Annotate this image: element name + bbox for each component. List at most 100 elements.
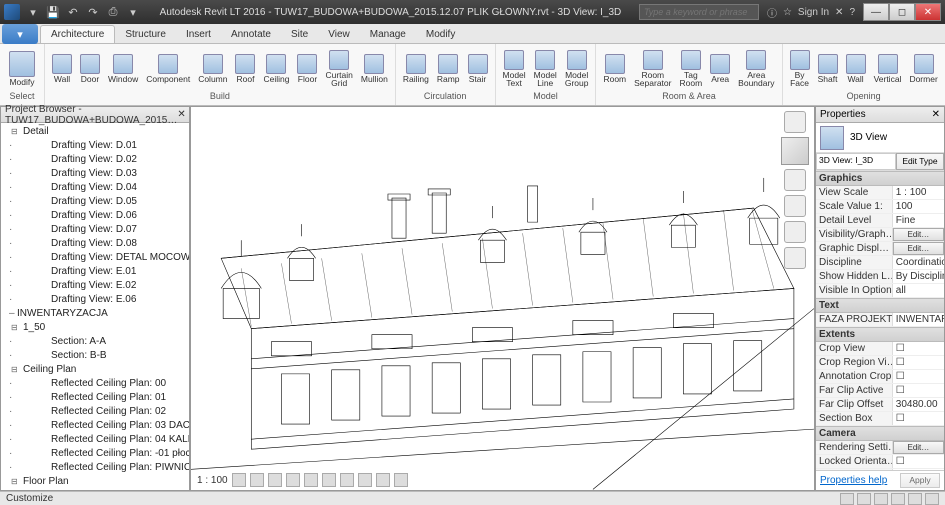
signin-button[interactable]: Sign In: [798, 7, 829, 18]
crop-region-icon[interactable]: [340, 473, 354, 487]
tab-annotate[interactable]: Annotate: [221, 26, 281, 43]
tree-node[interactable]: Drafting View: DETAL MOCOWANIA B: [3, 251, 187, 265]
prop-value[interactable]: By Discipline: [893, 270, 944, 283]
properties-help-link[interactable]: Properties help: [820, 475, 887, 486]
tree-node[interactable]: Drafting View: D.07: [3, 223, 187, 237]
properties-header[interactable]: Properties✕: [816, 107, 944, 123]
app-logo[interactable]: [4, 4, 20, 20]
tree-node[interactable]: Reflected Ceiling Plan: 02: [3, 405, 187, 419]
filter-icon[interactable]: [908, 493, 922, 505]
tab-modify[interactable]: Modify: [416, 26, 465, 43]
tab-manage[interactable]: Manage: [360, 26, 416, 43]
tree-node[interactable]: Reflected Ceiling Plan: -01 płock: [3, 447, 187, 461]
print-icon[interactable]: ⎙: [104, 3, 122, 21]
sun-path-icon[interactable]: [268, 473, 282, 487]
pan-icon[interactable]: [784, 195, 806, 217]
ribbon-wall[interactable]: Wall: [843, 53, 869, 85]
ribbon-tag-room[interactable]: TagRoom: [676, 49, 705, 89]
open-icon[interactable]: ▾: [24, 3, 42, 21]
undo-icon[interactable]: ↶: [64, 3, 82, 21]
prop-row[interactable]: Visible In Optionall: [816, 284, 944, 298]
ribbon-ramp[interactable]: Ramp: [434, 53, 463, 85]
prop-row[interactable]: Crop View: [816, 342, 944, 356]
tree-node[interactable]: Detail: [3, 125, 187, 139]
prop-row[interactable]: Visibility/Graph…Edit…: [816, 228, 944, 242]
prop-value[interactable]: 100: [893, 200, 944, 213]
close-button[interactable]: ✕: [915, 3, 941, 21]
tree-node[interactable]: Reflected Ceiling Plan: 01: [3, 391, 187, 405]
tree-node[interactable]: Drafting View: D.08: [3, 237, 187, 251]
ribbon-stair[interactable]: Stair: [465, 53, 491, 85]
ribbon-railing[interactable]: Railing: [400, 53, 432, 85]
prop-value[interactable]: [893, 455, 944, 468]
star-icon[interactable]: ☆: [783, 7, 792, 18]
prop-value[interactable]: 1 : 100: [893, 186, 944, 199]
prop-value[interactable]: Edit…: [893, 228, 944, 241]
prop-value[interactable]: INWENTARY…: [893, 313, 944, 326]
ribbon-model-line[interactable]: ModelLine: [531, 49, 560, 89]
rendering-icon[interactable]: [304, 473, 318, 487]
ribbon-modify[interactable]: Modify: [4, 50, 40, 88]
tree-node[interactable]: Drafting View: E.02: [3, 279, 187, 293]
tree-node[interactable]: Drafting View: E.01: [3, 265, 187, 279]
ribbon-area[interactable]: Area: [707, 53, 733, 85]
steering-wheel-icon[interactable]: [784, 169, 806, 191]
crop-icon[interactable]: [322, 473, 336, 487]
prop-value[interactable]: Coordination: [893, 256, 944, 269]
prop-value[interactable]: [893, 356, 944, 369]
properties-body[interactable]: GraphicsView Scale1 : 100Scale Value 1:1…: [816, 171, 944, 470]
tree-node[interactable]: Section: B-B: [3, 349, 187, 363]
ribbon-roof[interactable]: Roof: [232, 53, 258, 85]
3d-viewport[interactable]: 1 : 100: [190, 106, 815, 491]
ribbon-mullion[interactable]: Mullion: [358, 53, 391, 85]
ribbon-room[interactable]: Room: [600, 53, 629, 85]
prop-row[interactable]: Section Box: [816, 412, 944, 426]
tree-node[interactable]: Drafting View: D.04: [3, 181, 187, 195]
prop-value[interactable]: [893, 412, 944, 425]
zoom-icon[interactable]: [784, 221, 806, 243]
tree-node[interactable]: Reflected Ceiling Plan: 00: [3, 377, 187, 391]
tab-view[interactable]: View: [318, 26, 360, 43]
ribbon-dormer[interactable]: Dormer: [906, 53, 940, 85]
tab-architecture[interactable]: Architecture: [40, 25, 115, 43]
ribbon-area-boundary[interactable]: AreaBoundary: [735, 49, 777, 89]
prop-group-graphics[interactable]: Graphics: [816, 171, 944, 186]
exchange-icon[interactable]: ✕: [835, 7, 843, 18]
status-icon[interactable]: [857, 493, 871, 505]
redo-icon[interactable]: ↷: [84, 3, 102, 21]
prop-value[interactable]: Edit…: [893, 242, 944, 255]
panel-close-icon[interactable]: ✕: [177, 109, 185, 120]
ribbon-curtain-grid[interactable]: CurtainGrid: [322, 49, 355, 89]
tree-node[interactable]: Floor Plan: 00: [3, 489, 187, 490]
tab-structure[interactable]: Structure: [115, 26, 176, 43]
application-menu-button[interactable]: ▾: [2, 24, 38, 44]
prop-row[interactable]: Far Clip Offset30480.00: [816, 398, 944, 412]
tree-node[interactable]: 1_50: [3, 321, 187, 335]
prop-row[interactable]: Show Hidden L…By Discipline: [816, 270, 944, 284]
orbit-icon[interactable]: [784, 247, 806, 269]
project-browser-header[interactable]: Project Browser - TUW17_BUDOWA+BUDOWA_20…: [1, 107, 189, 123]
status-icon[interactable]: [925, 493, 939, 505]
ribbon-room-separator[interactable]: RoomSeparator: [631, 49, 674, 89]
temp-hide-icon[interactable]: [376, 473, 390, 487]
maximize-button[interactable]: ◻: [889, 3, 915, 21]
prop-row[interactable]: Locked Orienta…: [816, 455, 944, 469]
prop-row[interactable]: Detail LevelFine: [816, 214, 944, 228]
ribbon-model-text[interactable]: ModelText: [500, 49, 529, 89]
prop-value[interactable]: 30480.00: [893, 398, 944, 411]
prop-group-text[interactable]: Text: [816, 298, 944, 313]
prop-row[interactable]: Scale Value 1:100: [816, 200, 944, 214]
tree-node[interactable]: Drafting View: D.06: [3, 209, 187, 223]
shadows-icon[interactable]: [286, 473, 300, 487]
tab-insert[interactable]: Insert: [176, 26, 221, 43]
prop-row[interactable]: Far Clip Active: [816, 384, 944, 398]
ribbon-component[interactable]: Component: [143, 53, 193, 85]
visual-style-icon[interactable]: [250, 473, 264, 487]
tree-node[interactable]: INWENTARYZACJA: [3, 307, 187, 321]
tree-node[interactable]: Ceiling Plan: [3, 363, 187, 377]
prop-group-camera[interactable]: Camera: [816, 426, 944, 441]
tree-node[interactable]: Drafting View: D.02: [3, 153, 187, 167]
status-icon[interactable]: [874, 493, 888, 505]
prop-row[interactable]: View Scale1 : 100: [816, 186, 944, 200]
tree-node[interactable]: Drafting View: E.06: [3, 293, 187, 307]
